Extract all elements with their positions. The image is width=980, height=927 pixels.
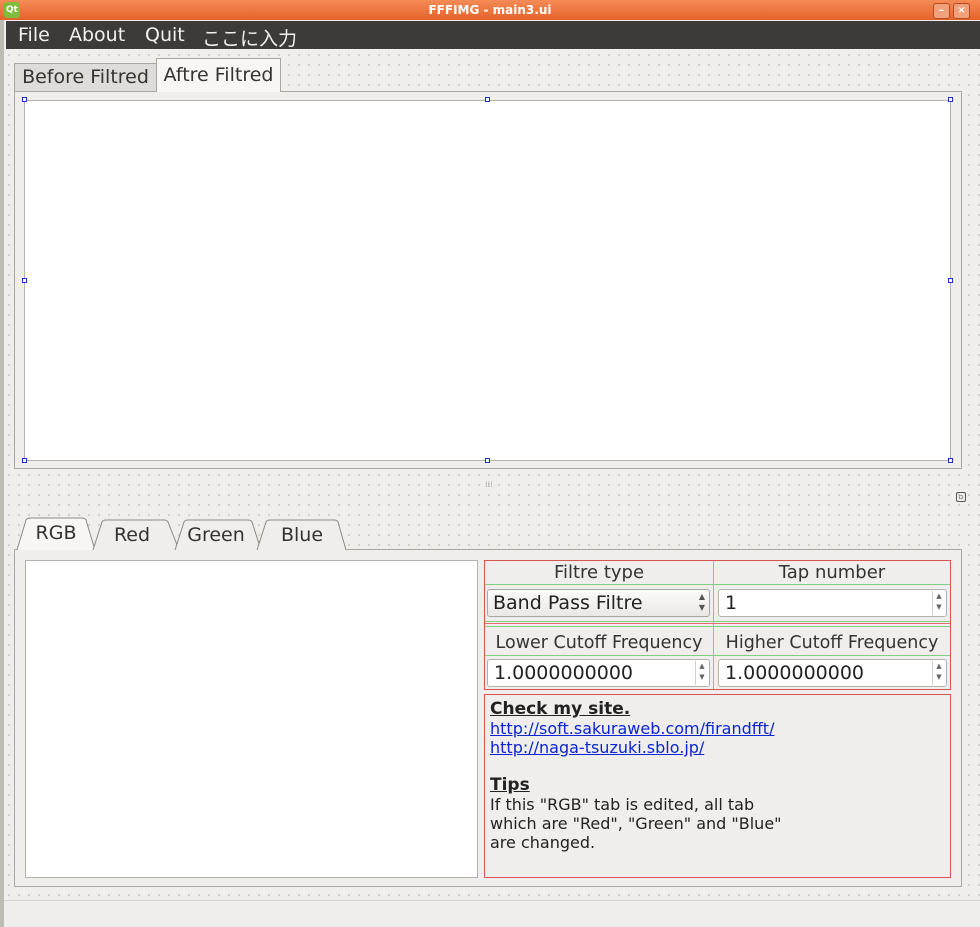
spin-arrows-icon[interactable]: ▲ ▼ <box>695 661 708 685</box>
tab-blue[interactable]: Blue <box>256 519 348 550</box>
lower-cutoff-value: 1.0000000000 <box>494 662 634 684</box>
tab-green-label: Green <box>187 524 245 546</box>
tab-red-label: Red <box>113 524 151 546</box>
filtered-image-view <box>24 100 951 461</box>
tab-blue-label: Blue <box>280 524 324 546</box>
title-bar: Qt FFFIMG - main3.ui – × <box>0 0 980 20</box>
higher-cutoff-spinbox[interactable]: 1.0000000000 ▲ ▼ <box>718 659 947 687</box>
grid-line <box>485 655 950 656</box>
grid-line <box>485 626 950 627</box>
spin-arrows-icon[interactable]: ▲ ▼ <box>932 591 945 615</box>
resize-handle[interactable] <box>22 278 27 283</box>
qt-app-icon: Qt <box>4 2 20 18</box>
resize-handle[interactable] <box>485 97 490 102</box>
tab-green[interactable]: Green <box>174 519 262 550</box>
resize-handle[interactable] <box>22 97 27 102</box>
filter-type-value: Band Pass Filtre <box>493 592 643 614</box>
combo-arrows-icon: ▲ ▼ <box>698 592 705 612</box>
filter-type-label: Filtre type <box>553 562 645 583</box>
window-title: FFFIMG - main3.ui <box>428 3 552 17</box>
check-site-heading: Check my site. <box>490 699 631 719</box>
filter-type-combobox[interactable]: Band Pass Filtre ▲ ▼ <box>487 589 710 617</box>
resize-handle[interactable] <box>22 458 27 463</box>
tap-number-label: Tap number <box>778 562 886 583</box>
tab-red[interactable]: Red <box>92 519 180 550</box>
tab-after-filtered[interactable]: Aftre Filtred <box>156 58 281 92</box>
channel-image-view <box>25 560 478 878</box>
resize-handle[interactable] <box>485 458 490 463</box>
site-link-sakuraweb[interactable]: http://soft.sakuraweb.com/firandfft/ <box>490 719 774 738</box>
tab-rgb[interactable]: RGB <box>16 517 96 550</box>
grid-line <box>485 623 950 624</box>
status-bar <box>4 900 980 925</box>
higher-cutoff-value: 1.0000000000 <box>725 662 865 684</box>
menu-bar: File About Quit ここに入力 <box>6 21 980 51</box>
tab-before-filtered[interactable]: Before Filtred <box>14 63 157 91</box>
menu-quit[interactable]: Quit <box>145 24 185 46</box>
tips-heading: Tips <box>490 775 530 795</box>
lower-cutoff-spinbox[interactable]: 1.0000000000 ▲ ▼ <box>487 659 710 687</box>
menu-type-here[interactable]: ここに入力 <box>202 24 297 51</box>
resize-handle[interactable] <box>948 278 953 283</box>
higher-cutoff-label: Higher Cutoff Frequency <box>725 633 939 653</box>
menu-about[interactable]: About <box>69 24 125 46</box>
resize-handle[interactable] <box>948 97 953 102</box>
menu-file[interactable]: File <box>18 24 50 46</box>
tips-text: If this "RGB" tab is edited, all tab whi… <box>490 795 782 852</box>
splitter-handle[interactable]: ⁞⁞⁞ <box>485 480 493 489</box>
info-panel: Check my site. http://soft.sakuraweb.com… <box>484 694 951 878</box>
spin-arrows-icon[interactable]: ▲ ▼ <box>932 661 945 685</box>
grid-line <box>485 621 950 622</box>
lower-cutoff-label: Lower Cutoff Frequency <box>495 633 703 653</box>
resize-handle[interactable] <box>948 458 953 463</box>
minimize-button[interactable]: – <box>933 3 950 19</box>
tap-number-spinbox[interactable]: 1 ▲ ▼ <box>718 589 947 617</box>
float-window-icon[interactable]: ▫ <box>956 492 966 502</box>
site-link-blog[interactable]: http://naga-tsuzuki.sblo.jp/ <box>490 738 704 757</box>
close-button[interactable]: × <box>953 3 970 19</box>
tab-rgb-label: RGB <box>35 522 77 544</box>
tap-number-value: 1 <box>725 592 738 614</box>
